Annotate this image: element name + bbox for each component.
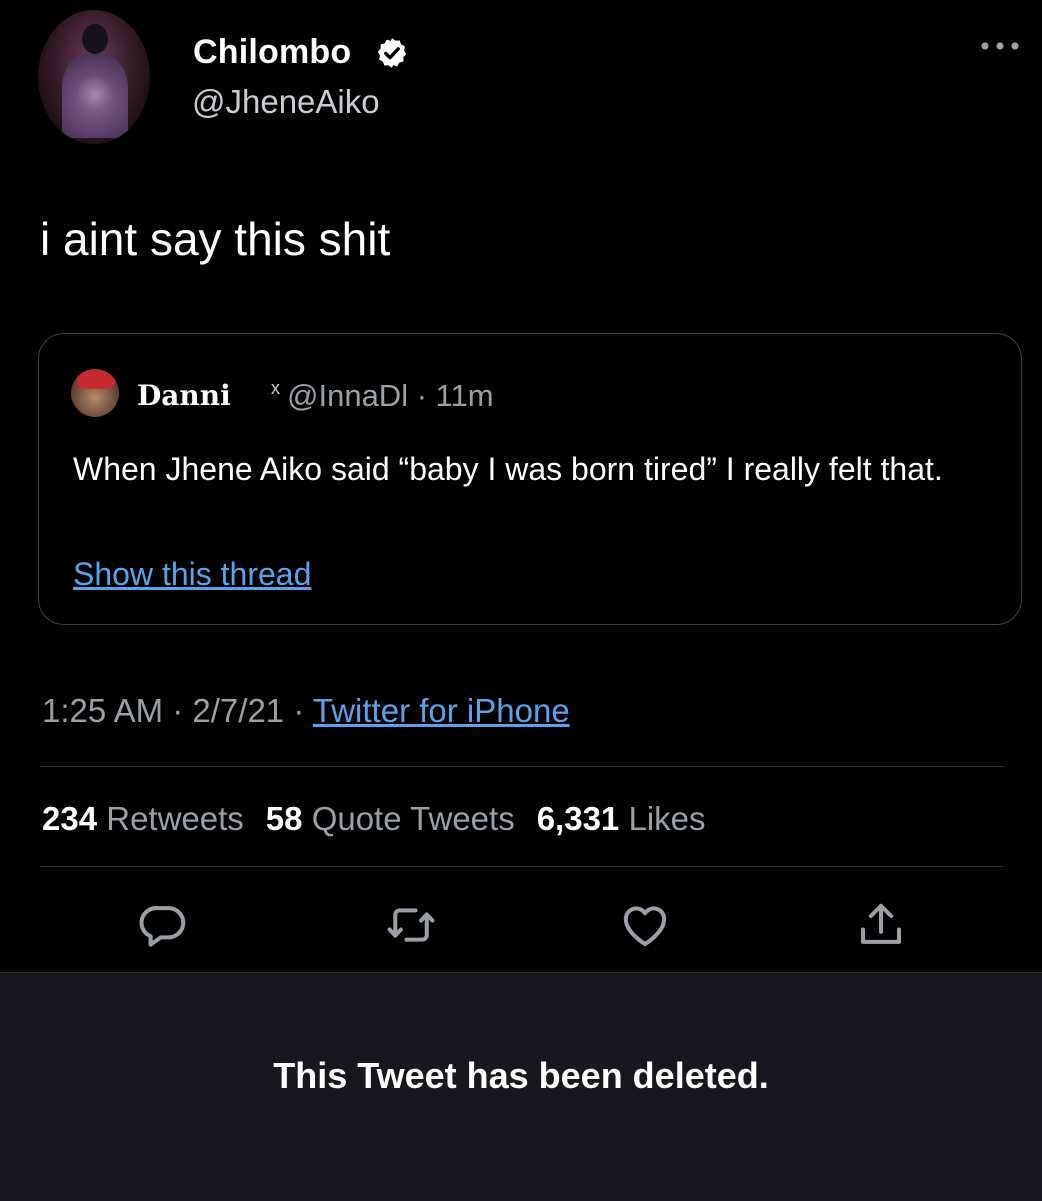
tweet-timestamp: 1:25 AM · 2/7/21 · Twitter for iPhone [42,692,570,730]
quoted-tweet-card[interactable]: Danni x @InnaDl · 11m When Jhene Aiko sa… [38,333,1022,625]
quotes-count: 58 [265,800,303,837]
divider [40,866,1004,867]
share-icon[interactable] [854,898,908,952]
avatar-cap [77,369,115,389]
timestamp-date: 1:25 AM · 2/7/21 · [42,692,313,729]
author-handle[interactable]: @JheneAiko [192,83,380,121]
author-avatar[interactable] [38,10,150,144]
likes-count: 6,331 [536,800,620,837]
tweet-detail: Chilombo @JheneAiko i aint say this shit… [0,0,1042,972]
avatar-tattoo [78,74,112,114]
quoted-author-name-mark: x [271,378,280,398]
likes-stat[interactable]: 6,331 Likes [537,800,706,837]
divider [40,766,1004,767]
quoted-tweet-text: When Jhene Aiko said “baby I was born ti… [73,451,943,487]
quoted-author-avatar [71,369,119,417]
deleted-notice-text: This Tweet has been deleted. [273,1055,769,1096]
quoted-author-name: Danni [137,379,231,412]
retweets-label: Retweets [106,800,244,837]
likes-label: Likes [628,800,706,837]
like-icon[interactable] [618,898,672,952]
reply-icon[interactable] [136,898,190,952]
author-display-name[interactable]: Chilombo [193,33,351,72]
tweet-text: i aint say this shit [40,213,391,265]
quotes-label: Quote Tweets [311,800,515,837]
avatar-hair [82,24,108,54]
tweet-source-link[interactable]: Twitter for iPhone [313,692,570,729]
retweet-icon[interactable] [384,898,438,952]
quotes-stat[interactable]: 58 Quote Tweets [266,800,515,837]
more-options-icon[interactable] [976,34,1024,58]
verified-badge-icon [377,38,407,68]
deleted-tweet-banner: This Tweet has been deleted. [0,972,1042,1201]
engagement-stats: 234 Retweets 58 Quote Tweets 6,331 Likes [42,800,706,838]
quoted-tweet-meta: @InnaDl · 11m [287,378,494,413]
retweets-count: 234 [42,800,98,837]
show-thread-link[interactable]: Show this thread [73,556,311,593]
retweets-stat[interactable]: 234 Retweets [42,800,244,837]
